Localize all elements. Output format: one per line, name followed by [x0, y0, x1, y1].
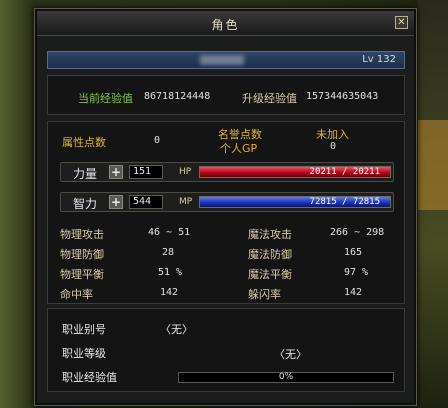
phys-bal-value: 51 % [158, 267, 183, 278]
hp-label: HP [179, 167, 192, 177]
background-window-glow [418, 120, 448, 210]
mag-def-value: 165 [344, 247, 363, 258]
str-label: 力量 [73, 167, 98, 181]
int-label: 智力 [73, 197, 98, 211]
character-name-blurred [200, 55, 244, 65]
background-left [0, 0, 34, 408]
upgrade-exp-label: 升级经验值 [242, 92, 297, 105]
upgrade-exp-value: 157344635043 [306, 91, 379, 102]
guild-status: 未加入 [316, 128, 349, 141]
gp-value: 0 [330, 141, 337, 152]
mag-atk-label: 魔法攻击 [248, 228, 292, 241]
dodge-rate-label: 躲闪率 [248, 288, 281, 301]
job-type-value: 〈无〉 [160, 323, 193, 336]
attr-points-label: 属性点数 [62, 136, 106, 149]
job-level-label: 职业等级 [62, 347, 106, 360]
str-plus-button[interactable]: + [109, 165, 123, 179]
phys-atk-label: 物理攻击 [60, 228, 104, 241]
phys-bal-label: 物理平衡 [60, 268, 104, 281]
phys-def-label: 物理防御 [60, 248, 104, 261]
job-type-label: 职业别号 [62, 323, 106, 336]
job-exp-label: 职业经验值 [62, 371, 117, 384]
exp-panel: 当前经验值 86718124448 升级经验值 157344635043 [47, 75, 405, 115]
title-bar[interactable]: 角色 ✕ [37, 11, 414, 36]
mp-bar: 72815 / 72815 [199, 196, 391, 208]
hp-text: 20211 / 20211 [309, 167, 380, 177]
mp-text: 72815 / 72815 [309, 197, 380, 207]
job-level-value: 〈无〉 [274, 348, 307, 361]
phys-def-value: 28 [162, 247, 175, 258]
mag-def-label: 魔法防御 [248, 248, 292, 261]
character-window: 角色 ✕ Lv 132 当前经验值 86718124448 升级经验值 1573… [34, 8, 417, 406]
mp-label: MP [179, 197, 193, 207]
hit-rate-value: 142 [160, 287, 179, 298]
int-value: 544 [129, 195, 163, 209]
close-icon[interactable]: ✕ [395, 16, 408, 29]
current-exp-value: 86718124448 [144, 91, 211, 102]
hit-rate-label: 命中率 [60, 288, 93, 301]
window-title: 角色 [211, 18, 240, 32]
level-label: Lv 132 [362, 54, 396, 65]
stats-panel: 属性点数 0 名誉点数 个人GP 未加入 0 力量 + 151 HP 20211… [47, 121, 405, 304]
job-panel: 职业别号 〈无〉 职业等级 〈无〉 职业经验值 0% [47, 308, 405, 392]
dodge-rate-value: 142 [344, 287, 363, 298]
int-row: 智力 + 544 MP 72815 / 72815 [60, 192, 394, 212]
job-exp-text: 0% [278, 372, 294, 382]
character-name-bar: Lv 132 [47, 51, 405, 69]
current-exp-label: 当前经验值 [78, 92, 133, 105]
attr-points-value: 0 [154, 135, 161, 146]
gp-label: 个人GP [220, 142, 258, 155]
mag-atk-value: 266 ~ 298 [330, 227, 385, 238]
str-value: 151 [129, 165, 163, 179]
int-plus-button[interactable]: + [109, 195, 123, 209]
phys-atk-value: 46 ~ 51 [148, 227, 191, 238]
mag-bal-value: 97 % [344, 267, 369, 278]
hp-bar: 20211 / 20211 [199, 166, 391, 178]
job-exp-bar: 0% [178, 372, 394, 383]
str-row: 力量 + 151 HP 20211 / 20211 [60, 162, 394, 182]
mag-bal-label: 魔法平衡 [248, 268, 292, 281]
